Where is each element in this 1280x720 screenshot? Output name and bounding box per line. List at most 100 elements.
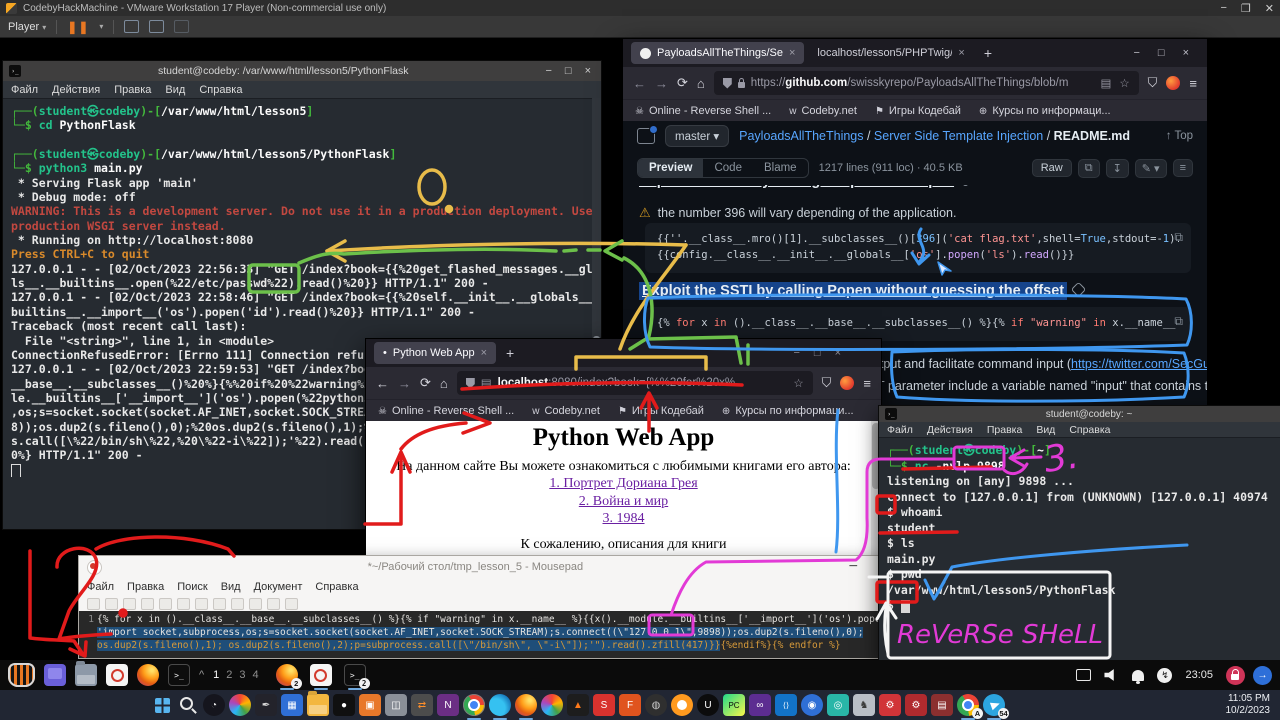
terminal-titlebar[interactable]: ›_ student@codeby: /var/www/html/lesson5… xyxy=(3,61,601,81)
bookmark-igry-kodebay[interactable]: ⚑Игры Кодебай xyxy=(875,105,961,117)
menu-item[interactable]: Действия xyxy=(927,424,973,436)
file-explorer-icon[interactable] xyxy=(307,694,329,716)
close-tab-icon[interactable]: × xyxy=(481,347,487,359)
menu-item[interactable]: Правка xyxy=(114,84,151,96)
codeby-menu-icon[interactable] xyxy=(8,663,35,687)
code-block-for-loop[interactable]: ⧉{% for x in ().__class__.__base__.__sub… xyxy=(645,307,1191,341)
firefox-task[interactable]: 2 xyxy=(276,664,298,686)
copy-icon[interactable] xyxy=(231,598,244,610)
firefox-icon[interactable] xyxy=(137,664,159,686)
bookmark-star-icon[interactable]: ☆ xyxy=(793,376,803,390)
bookmark-codeby-net[interactable]: wCodeby.net xyxy=(532,405,600,417)
save-icon[interactable] xyxy=(123,598,136,610)
url-bar[interactable]: ▤ localhost:8080/index?book={%%20for%20x… xyxy=(457,371,813,395)
redo-icon[interactable] xyxy=(195,598,208,610)
menu-item[interactable]: Правка xyxy=(127,581,164,593)
f-book-icon[interactable]: F xyxy=(619,694,641,716)
update-icon[interactable]: ↯ xyxy=(1157,668,1172,683)
arrow-badge[interactable]: → xyxy=(1253,666,1272,685)
terminal-icon[interactable]: >_ xyxy=(168,664,190,686)
maximize-button[interactable]: □ xyxy=(565,65,572,77)
blender-icon[interactable] xyxy=(671,694,693,716)
vmware-close-button[interactable]: ✕ xyxy=(1265,2,1274,15)
bookmark-star-icon[interactable]: ☆ xyxy=(1119,76,1129,90)
minimize-button[interactable]: − xyxy=(849,558,878,576)
player-menu[interactable]: Player ▾ xyxy=(8,21,46,33)
lock-badge[interactable] xyxy=(1226,666,1245,685)
copy-code-icon[interactable]: ⧉ xyxy=(1174,229,1183,245)
menu-item[interactable]: Файл xyxy=(87,581,114,593)
bookmark-kursy-po-informacii[interactable]: ⊕Курсы по информаци... xyxy=(722,405,854,417)
back-icon[interactable]: ← xyxy=(376,376,389,391)
close-tab-icon[interactable]: × xyxy=(958,47,964,59)
menu-item[interactable]: Документ xyxy=(254,581,303,593)
red-gear-2-icon[interactable]: ⚙ xyxy=(905,694,927,716)
menu-item[interactable]: Вид xyxy=(1036,424,1055,436)
menu-item[interactable]: Поиск xyxy=(177,581,207,593)
workspace-switcher[interactable]: 1234 xyxy=(213,669,259,681)
start-button[interactable] xyxy=(155,698,170,713)
pegasus-icon[interactable]: ♞ xyxy=(853,694,875,716)
find-replace-icon[interactable] xyxy=(285,598,298,610)
onenote-icon[interactable]: N xyxy=(437,694,459,716)
bookmark-kursy-po-informacii[interactable]: ⊕Курсы по информаци... xyxy=(979,105,1111,117)
telegram-icon[interactable]: 54 xyxy=(983,694,1005,716)
pycharm-icon[interactable]: PC xyxy=(723,694,745,716)
editor-content[interactable]: {% for x in ().__class__.__base__.__subc… xyxy=(97,613,886,652)
account-icon[interactable] xyxy=(840,376,854,390)
menu-item[interactable]: Действия xyxy=(52,84,100,96)
terminal-output[interactable]: ┌──(student㉿codeby)-[~]└─$ nc -nvlp 9898… xyxy=(879,437,1280,661)
text-editor[interactable]: 1 {% for x in ().__class__.__base__.__su… xyxy=(79,611,886,658)
bell-icon[interactable] xyxy=(1132,670,1144,681)
chrome-icon[interactable] xyxy=(463,694,485,716)
file-manager-icon[interactable] xyxy=(75,664,97,686)
mousepad-titlebar[interactable]: *~/Рабочий стол/tmp_lesson_5 - Mousepad … xyxy=(79,556,886,578)
outline-icon[interactable]: ≡ xyxy=(1173,159,1193,177)
unity-icon[interactable]: ◍ xyxy=(645,694,667,716)
menu-item[interactable]: Правка xyxy=(987,424,1022,436)
copy-raw-icon[interactable]: ⧉ xyxy=(1078,159,1100,178)
close-tab-icon[interactable]: × xyxy=(789,47,795,59)
chevron-up-icon[interactable]: ^ xyxy=(199,669,204,681)
pause-vm-icon[interactable]: ❚❚ xyxy=(67,20,89,34)
substance-icon[interactable]: S xyxy=(593,694,615,716)
book-link[interactable]: 3. 1984 xyxy=(366,510,881,528)
find-icon[interactable] xyxy=(267,598,280,610)
notion-icon[interactable]: ● xyxy=(333,694,355,716)
obs-icon[interactable]: ◎ xyxy=(827,694,849,716)
paste-icon[interactable] xyxy=(249,598,262,610)
chrome-profile-icon[interactable]: A xyxy=(957,694,979,716)
box-3d-icon[interactable]: ◫ xyxy=(385,694,407,716)
workspace-2[interactable]: 2 xyxy=(226,669,232,681)
home-icon[interactable]: ⌂ xyxy=(440,376,448,391)
desktop-icon[interactable] xyxy=(44,664,66,686)
tab-localhost-phptwig[interactable]: localhost/lesson5/PHPTwig/i × xyxy=(808,42,973,64)
book-link[interactable]: 1. Портрет Дориана Грея xyxy=(366,475,881,493)
windows-clock[interactable]: 11:05 PM 10/2/2023 xyxy=(1226,693,1271,717)
vmware-minimize-button[interactable]: − xyxy=(1220,2,1226,15)
pocket-shield-icon[interactable]: ⛉ xyxy=(822,375,832,391)
minimize-button[interactable]: − xyxy=(1133,47,1139,59)
postman-icon[interactable] xyxy=(541,694,563,716)
tab-preview[interactable]: Preview xyxy=(638,159,703,177)
workspace-4[interactable]: 4 xyxy=(253,669,259,681)
color-wheel-icon[interactable] xyxy=(229,694,251,716)
undo-icon[interactable] xyxy=(177,598,190,610)
account-icon[interactable] xyxy=(1166,76,1180,90)
mousepad-icon[interactable] xyxy=(106,664,128,686)
heading-popen-offset[interactable]: Exploit the SSTI by calling Popen withou… xyxy=(639,283,1084,299)
file-tree-icon[interactable] xyxy=(637,128,655,144)
breadcrumb-section[interactable]: Server Side Template Injection xyxy=(874,129,1043,143)
menu-icon[interactable]: ≡ xyxy=(863,376,871,391)
tab-python-web-app[interactable]: • Python Web App × xyxy=(374,342,496,364)
search-icon[interactable] xyxy=(177,694,199,716)
back-to-top-link[interactable]: ↑ Top xyxy=(1166,130,1193,142)
vscode-icon[interactable]: ⟨⟩ xyxy=(775,694,797,716)
menu-item[interactable]: Файл xyxy=(887,424,913,436)
maximize-button[interactable]: □ xyxy=(814,347,821,359)
calendar-icon[interactable]: ▦ xyxy=(281,694,303,716)
workspace-3[interactable]: 3 xyxy=(239,669,245,681)
url-bar[interactable]: https://github.com/swisskyrepo/PayloadsA… xyxy=(714,71,1139,95)
copy-code-icon[interactable]: ⧉ xyxy=(1174,313,1183,329)
edit-icon[interactable]: ✎ ▾ xyxy=(1135,159,1167,178)
